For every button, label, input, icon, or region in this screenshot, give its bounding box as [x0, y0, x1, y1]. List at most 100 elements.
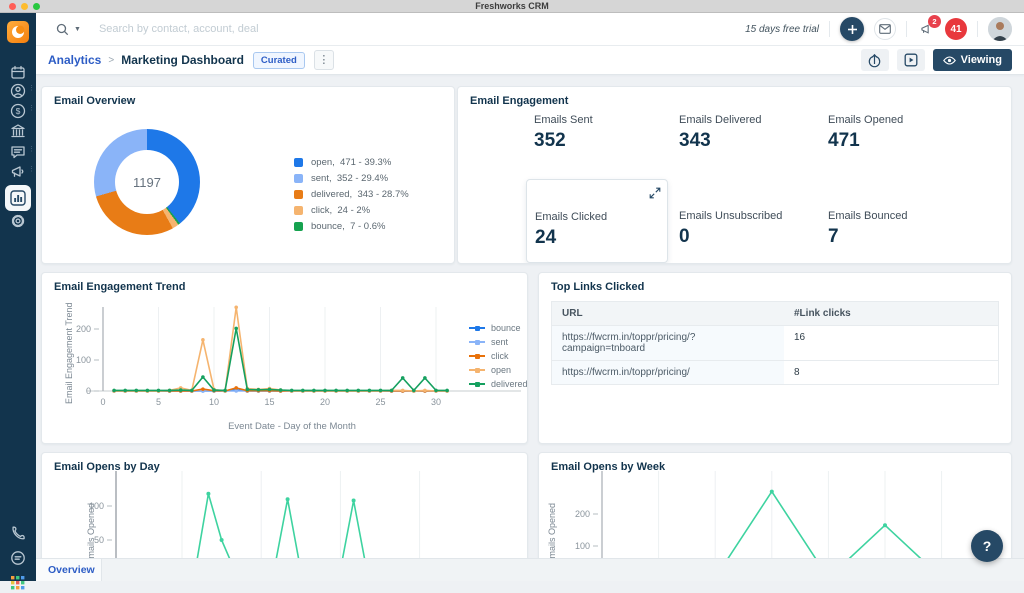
card-title: Top Links Clicked [551, 281, 645, 293]
legend-swatch [294, 158, 303, 167]
sidebar-item-calendar[interactable] [0, 62, 36, 82]
column-header-url: URL [562, 308, 583, 319]
help-button[interactable]: ? [971, 530, 1003, 562]
envelope-icon [879, 24, 891, 34]
opens-by-day-line-chart[interactable]: 50 100 [42, 467, 527, 558]
dashboard-options-button[interactable]: ⋮ [313, 50, 334, 70]
table-row: https://fwcrm.in/toppr/pricing/?campaign… [551, 326, 999, 361]
metric-emails-opened[interactable]: Emails Opened 471 [828, 114, 903, 152]
search-input[interactable] [96, 22, 417, 36]
legend-label: click [491, 351, 509, 361]
emails-clicked-tile[interactable]: Emails Clicked 24 [526, 179, 668, 263]
y-tick-label: 0 [86, 386, 91, 396]
trend-legend-item-sent[interactable]: sent [469, 335, 527, 349]
x-tick-label: 5 [156, 397, 161, 407]
email-button[interactable] [874, 18, 896, 40]
expand-icon[interactable] [649, 186, 661, 204]
metric-emails-unsubscribed[interactable]: Emails Unsubscribed 0 [679, 210, 782, 248]
divider [977, 21, 978, 37]
presentation-button[interactable] [896, 49, 925, 71]
email-opens-by-day-card: Email Opens by Day Total Emails Opened 5… [41, 452, 528, 558]
legend-label: bounce [491, 323, 521, 333]
sidebar-item-phone[interactable] [0, 523, 36, 543]
top-links-table: URL #Link clicks https://fwcrm.in/toppr/… [551, 301, 999, 385]
export-button[interactable] [860, 49, 889, 71]
quick-add-button[interactable] [840, 17, 864, 41]
search-scope-caret-icon[interactable]: ▼ [74, 26, 81, 33]
metric-value: 24 [535, 227, 557, 248]
bottom-tab-bar: Overview [36, 558, 1024, 581]
legend-label: sent [491, 337, 509, 347]
series-line-opened [196, 492, 366, 558]
drag-handle-icon: ⋮ [28, 166, 35, 173]
trend-legend-item-bounce[interactable]: bounce [469, 321, 527, 335]
sidebar-item-chat-support[interactable] [0, 548, 36, 568]
freshworks-logo[interactable] [7, 21, 29, 43]
link-clicks-cell: 16 [794, 332, 806, 343]
donut-legend: open, 471 - 39.3% sent, 352 - 29.4% delive… [294, 157, 409, 237]
donut-legend-item-delivered[interactable]: delivered, 343 - 28.7% [294, 189, 409, 200]
metric-emails-clicked[interactable]: Emails Clicked 24 [535, 211, 607, 249]
y-tick-label: 100 [76, 355, 91, 365]
x-tick-label: 20 [320, 397, 330, 407]
email-overview-card: Email Overview 1197 open, 471 - 39.3% sen… [41, 86, 455, 264]
donut-legend-item-bounce[interactable]: bounce, 7 - 0.6% [294, 221, 409, 232]
sidebar-item-settings[interactable] [0, 211, 36, 231]
donut-legend-item-sent[interactable]: sent, 352 - 29.4% [294, 173, 409, 184]
trend-legend-item-open[interactable]: open [469, 363, 527, 377]
email-opens-by-week-card: Email Opens by Week Total Emails Opened … [538, 452, 1012, 558]
legend-label: click, 24 - 2% [311, 205, 371, 216]
y-tick-label: 100 [575, 541, 590, 551]
gear-icon [11, 214, 25, 228]
phone-icon [12, 526, 25, 540]
sidebar-item-apps-switcher[interactable] [0, 573, 36, 593]
calendar-icon [11, 65, 25, 79]
topbar: ▼ 15 days free trial 2 41 [36, 13, 1024, 46]
legend-marker [469, 325, 485, 332]
drag-handle-icon: ⋮ [28, 105, 35, 112]
metric-emails-sent[interactable]: Emails Sent 352 [534, 114, 593, 152]
viewing-button[interactable]: Viewing [932, 49, 1012, 71]
donut-legend-item-click[interactable]: click, 24 - 2% [294, 205, 409, 216]
sidebar-item-campaigns[interactable]: ⋮ [0, 162, 36, 182]
page-title: Marketing Dashboard [121, 53, 244, 67]
metric-value: 343 [679, 130, 711, 151]
sidebar-item-conversations[interactable]: ⋮ [0, 142, 36, 162]
legend-swatch [294, 206, 303, 215]
sidebar-item-deals[interactable]: $ ⋮ [0, 101, 36, 121]
legend-label: delivered, 343 - 28.7% [311, 189, 409, 200]
user-avatar[interactable] [988, 17, 1012, 41]
divider [829, 21, 830, 37]
breadcrumb-analytics-link[interactable]: Analytics [48, 53, 101, 67]
legend-swatch [294, 222, 303, 231]
opens-by-week-line-chart[interactable]: 100 200 [539, 467, 1011, 558]
play-box-icon [904, 53, 918, 67]
plus-icon [847, 24, 857, 34]
metric-emails-bounced[interactable]: Emails Bounced 7 [828, 210, 908, 248]
trend-legend-item-click[interactable]: click [469, 349, 527, 363]
sidebar-item-analytics[interactable] [5, 185, 31, 211]
whats-new-button[interactable]: 2 [917, 15, 941, 38]
email-engagement-trend-card: Email Engagement Trend Email Engagement … [41, 272, 528, 444]
apps-grid-icon [11, 576, 25, 590]
trend-legend: bounce sent click open delivered [469, 321, 527, 391]
svg-text:$: $ [16, 106, 21, 116]
trend-line-chart[interactable]: 0 100 200 0 5 10 15 20 25 30 [42, 287, 527, 421]
sidebar-item-accounts[interactable] [0, 121, 36, 141]
trend-legend-item-delivered[interactable]: delivered [469, 377, 527, 391]
sidebar: ⋮ $ ⋮ ⋮ ⋮ [0, 13, 36, 590]
metric-label: Emails Delivered [679, 114, 762, 126]
donut-legend-item-open[interactable]: open, 471 - 39.3% [294, 157, 409, 168]
top-links-clicked-card: Top Links Clicked URL #Link clicks https… [538, 272, 1012, 444]
sidebar-item-contacts[interactable]: ⋮ [0, 81, 36, 101]
y-tick-label: 50 [94, 535, 104, 545]
global-search[interactable]: ▼ [36, 22, 745, 36]
notifications-count-badge[interactable]: 41 [945, 18, 967, 40]
tab-overview[interactable]: Overview [36, 559, 102, 581]
legend-label: sent, 352 - 29.4% [311, 173, 389, 184]
legend-swatch [294, 190, 303, 199]
metric-emails-delivered[interactable]: Emails Delivered 343 [679, 114, 762, 152]
trial-text: 15 days free trial [745, 23, 819, 35]
legend-marker [469, 353, 485, 360]
macos-titlebar: Freshworks CRM [0, 0, 1024, 13]
